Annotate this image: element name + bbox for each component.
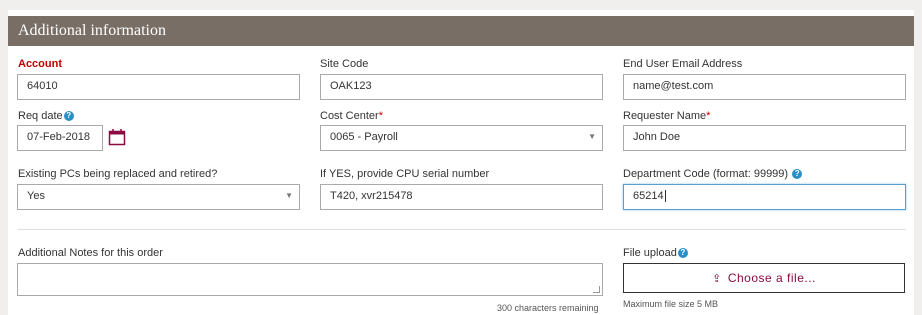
calendar-icon[interactable] <box>108 128 126 146</box>
file-upload-label: File upload? <box>623 247 688 259</box>
site-code-input[interactable]: OAK123 <box>320 74 603 100</box>
required-mark: * <box>706 110 711 122</box>
account-label: Account <box>18 58 62 70</box>
chevron-down-icon: ▼ <box>588 132 596 141</box>
help-icon[interactable]: ? <box>63 111 74 122</box>
account-input[interactable]: 64010 <box>17 74 300 100</box>
section-title: Additional information <box>18 22 166 39</box>
requester-name-label: Requester Name* <box>623 110 710 122</box>
req-date-label-text: Req date <box>18 110 63 122</box>
department-code-label-text: Department Code (format: 99999) <box>623 168 789 180</box>
department-code-label: Department Code (format: 99999) ? <box>623 168 803 180</box>
choose-file-button[interactable]: ⇪ Choose a file... <box>623 263 905 293</box>
requester-name-input[interactable]: John Doe <box>623 125 906 151</box>
cpu-serial-label: If YES, provide CPU serial number <box>320 168 490 180</box>
end-user-email-label: End User Email Address <box>623 58 743 70</box>
cost-center-label: Cost Center* <box>320 110 383 122</box>
notes-label: Additional Notes for this order <box>18 247 163 259</box>
department-code-input[interactable]: 65214 <box>623 184 906 210</box>
existing-pcs-label: Existing PCs being replaced and retired? <box>18 168 218 180</box>
cost-center-select[interactable]: 0065 - Payroll ▼ <box>320 125 603 151</box>
site-code-label: Site Code <box>320 58 369 70</box>
section-header: Additional information <box>8 16 914 46</box>
end-user-email-input[interactable]: name@test.com <box>623 74 906 100</box>
text-cursor <box>664 190 666 203</box>
section-divider <box>18 229 906 230</box>
requester-name-label-text: Requester Name <box>623 110 707 122</box>
existing-pcs-value: Yes <box>27 190 45 202</box>
notes-textarea[interactable] <box>17 263 603 296</box>
resize-handle[interactable] <box>593 286 600 293</box>
req-date-input[interactable]: 07-Feb-2018 <box>17 125 103 151</box>
required-mark: * <box>378 110 383 122</box>
cost-center-label-text: Cost Center <box>320 110 379 122</box>
department-code-value: 65214 <box>633 190 664 202</box>
existing-pcs-select[interactable]: Yes ▼ <box>17 184 300 210</box>
help-icon[interactable]: ? <box>792 169 803 180</box>
upload-icon: ⇪ <box>712 273 722 285</box>
characters-remaining: 300 characters remaining <box>497 303 599 313</box>
file-upload-label-text: File upload <box>623 247 677 259</box>
cost-center-value: 0065 - Payroll <box>330 131 398 143</box>
help-icon[interactable]: ? <box>677 248 688 259</box>
max-file-size: Maximum file size 5 MB <box>623 299 719 309</box>
cpu-serial-input[interactable]: T420, xvr215478 <box>320 184 603 210</box>
chevron-down-icon: ▼ <box>285 191 293 200</box>
req-date-label: Req date? <box>18 110 74 122</box>
choose-file-label: Choose a file... <box>727 271 816 285</box>
